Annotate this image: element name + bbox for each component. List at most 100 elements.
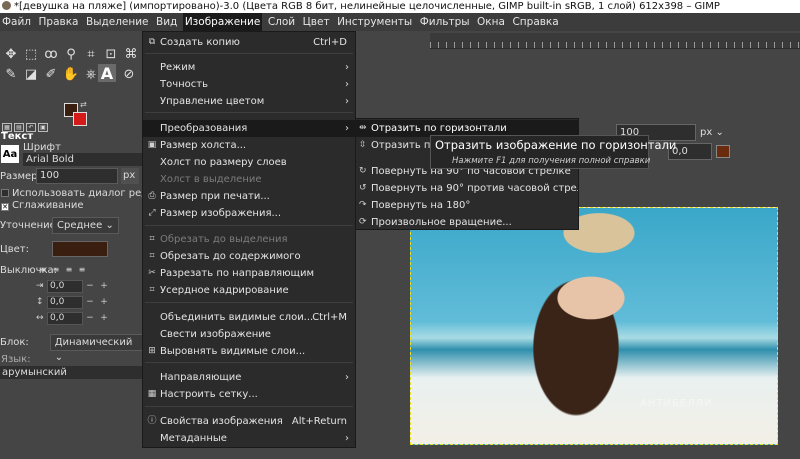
menu-item-mode[interactable]: Режим › <box>143 59 355 76</box>
use-editor-checkbox[interactable]: Использовать диалог редакто <box>0 188 145 200</box>
canvas-text-color-button[interactable] <box>716 145 730 158</box>
menu-item-label: Свойства изображения <box>160 416 283 427</box>
rotate-cw-icon: ↻ <box>359 166 367 176</box>
menu-select[interactable]: Выделение <box>84 13 151 31</box>
print-size-icon: ⎙ <box>148 191 156 201</box>
unified-transform-tool-icon[interactable]: ⊡ <box>102 45 120 63</box>
justify-right-icon[interactable]: ≡ <box>51 265 61 275</box>
tool-options-title: Текст <box>1 131 34 142</box>
menu-color[interactable]: Цвет <box>301 13 332 31</box>
warp-tool-icon[interactable]: ⌘ <box>122 45 140 63</box>
menu-item-image-properties[interactable]: ⓘ Свойства изображения Alt+Return <box>143 413 355 430</box>
menu-item-label: Разрезать по направляющим <box>160 268 315 279</box>
menu-item-metadata[interactable]: Метаданные › <box>143 430 355 447</box>
menu-layer[interactable]: Слой <box>266 13 297 31</box>
menu-item-precision[interactable]: Точность › <box>143 76 355 93</box>
menu-view[interactable]: Вид <box>154 13 179 31</box>
menu-item-fit-canvas-selection[interactable]: Холст в выделение <box>143 171 355 188</box>
menu-item-color-management[interactable]: Управление цветом › <box>143 93 355 110</box>
justify-left-icon[interactable]: ≡ <box>38 265 48 275</box>
justify-label: Выключка: <box>0 264 58 276</box>
indent-input[interactable]: 0,0 <box>47 279 83 293</box>
menu-item-canvas-size[interactable]: ▣ Размер холста... <box>143 137 355 154</box>
menu-item-configure-grid[interactable]: ▦ Настроить сетку... <box>143 386 355 403</box>
color-picker-tool-icon[interactable]: ⊘ <box>120 65 138 83</box>
text-color-button[interactable] <box>52 241 108 257</box>
menu-edit[interactable]: Правка <box>37 13 81 31</box>
menu-item-label: Режим <box>160 62 196 73</box>
image-watermark: АНТИБЕЛЛИ <box>640 398 713 409</box>
canvas-size-icon: ▣ <box>147 140 157 150</box>
rect-select-tool-icon[interactable]: ⬚ <box>22 45 40 63</box>
box-mode-select[interactable]: Динамический ⌄ <box>49 333 145 363</box>
menu-tools[interactable]: Инструменты <box>335 13 414 31</box>
checkbox-checked[interactable]: ✕ <box>1 203 9 211</box>
move-tool-icon[interactable]: ✥ <box>2 45 20 63</box>
paintbrush-tool-icon[interactable]: ✐ <box>42 65 60 83</box>
lasso-tool-icon[interactable]: ꝏ <box>42 45 60 63</box>
justify-center-icon[interactable]: ≡ <box>64 265 74 275</box>
horizontal-ruler[interactable] <box>430 33 800 49</box>
menu-item-merge-visible[interactable]: Объединить видимые слои... Ctrl+M <box>143 309 355 326</box>
menu-item-flatten-image[interactable]: Свести изображение <box>143 326 355 343</box>
menu-item-scale-image[interactable]: ⤢ Размер изображения... <box>143 205 355 222</box>
swap-colors-icon[interactable]: ⇄ <box>80 100 87 109</box>
menu-help[interactable]: Справка <box>510 13 560 31</box>
antialias-checkbox[interactable]: ✕ Сглаживание <box>0 200 145 212</box>
letter-spacing-input[interactable]: 0,0 <box>47 311 83 325</box>
menu-windows[interactable]: Окна <box>475 13 507 31</box>
menu-file[interactable]: Файл <box>0 13 33 31</box>
menu-item-guides[interactable]: Направляющие › <box>143 369 355 386</box>
menu-filters[interactable]: Фильтры <box>418 13 472 31</box>
shortcut-label: Ctrl+D <box>313 37 347 48</box>
chevron-down-icon: ⌄ <box>715 127 724 138</box>
menu-item-slice-guides[interactable]: ✂ Разрезать по направляющим <box>143 265 355 282</box>
font-preview[interactable]: Aa <box>1 145 19 163</box>
indent-decrease-button[interactable]: − <box>83 281 97 291</box>
line-spacing-input[interactable]: 0,0 <box>47 295 83 309</box>
justify-fill-icon[interactable]: ≡ <box>77 265 87 275</box>
menu-item-crop-to-selection[interactable]: ⌗ Обрезать до выделения <box>143 231 355 248</box>
paths-tool-icon[interactable]: ✎ <box>2 65 20 83</box>
submenu-item-arbitrary-rotation[interactable]: ⟳ Произвольное вращение... <box>356 214 578 231</box>
language-input[interactable]: арумынский <box>0 366 142 379</box>
line-spacing-decrease-button[interactable]: − <box>83 297 97 307</box>
font-input[interactable]: Arial Bold <box>23 153 143 166</box>
menu-item-label: Обрезать до выделения <box>160 234 288 245</box>
menu-item-transform[interactable]: Преобразования › <box>143 120 355 137</box>
menu-item-label: Настроить сетку... <box>160 389 258 400</box>
title-bar: *[девушка на пляже] (импортировано)-3.0 … <box>0 0 800 13</box>
canvas-font-unit-select[interactable]: px ⌄ <box>700 124 724 141</box>
menu-bar: Файл Правка Выделение Вид Изображение Сл… <box>0 13 800 31</box>
line-spacing-increase-button[interactable]: + <box>97 297 111 307</box>
toolbox: ✥ ⬚ ꝏ ⚲ ⌗ ⊡ ⌘ ✎ ◪ ✐ ✋ ⎈ A ⊘ ⇄ ▦ ▤ ↶ ▣ Текст… <box>0 31 145 459</box>
bucket-fill-tool-icon[interactable]: ◪ <box>22 65 40 83</box>
menu-image[interactable]: Изображение <box>182 13 263 31</box>
menu-item-align-layers[interactable]: ⊞ Выровнять видимые слои... <box>143 343 355 360</box>
submenu-arrow-icon: › <box>345 62 349 73</box>
size-input[interactable]: 100 <box>36 168 118 184</box>
letter-spacing-decrease-button[interactable]: − <box>83 313 97 323</box>
hinting-value: Среднее <box>57 219 103 231</box>
menu-item-zealous-crop[interactable]: ⌗ Усердное кадрирование <box>143 282 355 299</box>
menu-item-crop-to-content[interactable]: ⌗ Обрезать до содержимого <box>143 248 355 265</box>
indent-increase-button[interactable]: + <box>97 281 111 291</box>
text-tool-icon[interactable]: A <box>98 64 116 83</box>
letter-spacing-increase-button[interactable]: + <box>97 313 111 323</box>
menu-item-print-size[interactable]: ⎙ Размер при печати... <box>143 188 355 205</box>
smudge-tool-icon[interactable]: ✋ <box>62 65 80 83</box>
canvas-image[interactable] <box>410 207 778 445</box>
checkbox-box[interactable] <box>1 189 9 197</box>
fuzzy-select-tool-icon[interactable]: ⚲ <box>62 45 80 63</box>
hinting-select[interactable]: Среднее ⌄ <box>52 216 119 234</box>
submenu-item-rotate-ccw[interactable]: ↺ Повернуть на 90° против часовой стрелки <box>356 180 578 197</box>
size-unit-select[interactable]: px <box>121 168 139 184</box>
tool-options-panel: Текст Aa Шрифт Arial Bold Размер: 100 px… <box>0 129 145 379</box>
menu-item-duplicate[interactable]: ⧉ Создать копию Ctrl+D <box>143 34 355 51</box>
canvas-font-unit-value: px <box>700 127 713 138</box>
submenu-item-rotate-180[interactable]: ↷ Повернуть на 180° <box>356 197 578 214</box>
crop-tool-icon[interactable]: ⌗ <box>82 45 100 63</box>
menu-item-label: Повернуть на 180° <box>371 200 471 211</box>
menu-item-fit-canvas-layers[interactable]: Холст по размеру слоев <box>143 154 355 171</box>
align-layers-icon: ⊞ <box>148 346 156 356</box>
